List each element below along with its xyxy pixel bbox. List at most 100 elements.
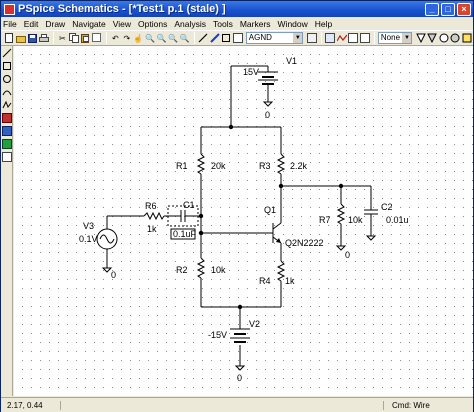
v1-source-symbol xyxy=(258,71,278,85)
r2-ref-label: R2 xyxy=(176,265,188,275)
menu-edit[interactable]: Edit xyxy=(24,19,39,29)
copy-to-clipboard-icon[interactable] xyxy=(91,33,103,44)
chevron-down-icon[interactable]: ▼ xyxy=(293,33,303,43)
q1-emitter-arrow xyxy=(276,238,281,243)
menu-file[interactable]: File xyxy=(3,19,17,29)
app-window: PSpice Schematics - [*Test1 p.1 (stale) … xyxy=(0,0,474,412)
setup-analysis-icon[interactable] xyxy=(325,33,336,44)
menu-navigate[interactable]: Navigate xyxy=(72,19,106,29)
window-title: PSpice Schematics - [*Test1 p.1 (stale) … xyxy=(18,3,226,15)
insert-picture-icon[interactable] xyxy=(2,126,12,136)
v3-source-symbol xyxy=(96,228,118,250)
current-marker-icon[interactable] xyxy=(439,33,450,44)
marker-selector-combo[interactable]: None ▼ xyxy=(377,32,413,44)
app-icon[interactable] xyxy=(4,3,15,15)
r6-ref-label: R6 xyxy=(145,201,157,211)
part-selector-combo[interactable]: AGND ▼ xyxy=(245,32,304,44)
open-folder-icon[interactable] xyxy=(15,33,27,44)
menu-help[interactable]: Help xyxy=(315,19,332,29)
draw-wire-icon[interactable] xyxy=(198,33,209,44)
minimize-button[interactable]: _ xyxy=(425,2,439,16)
cut-icon[interactable]: ✂ xyxy=(57,33,68,44)
attribute-icon[interactable] xyxy=(2,152,12,162)
zoom-in-icon[interactable]: 🔍 xyxy=(145,33,156,44)
draw-arc-icon[interactable] xyxy=(2,87,12,97)
menu-markers[interactable]: Markers xyxy=(240,19,271,29)
zoom-fit-icon[interactable]: 🔍 xyxy=(179,33,190,44)
save-icon[interactable] xyxy=(27,33,38,44)
text-box-icon[interactable] xyxy=(2,139,12,149)
v3-value-label: 0.1V xyxy=(79,234,98,244)
zoom-out-icon[interactable]: 🔍 xyxy=(156,33,167,44)
undo-icon[interactable]: ↶ xyxy=(110,33,121,44)
redo-icon[interactable]: ↷ xyxy=(122,33,133,44)
cursor-coords: 2.17, 0.44 xyxy=(1,400,61,410)
paste-icon[interactable] xyxy=(80,33,91,44)
draw-line-icon[interactable] xyxy=(2,48,12,58)
c2-ref-label: C2 xyxy=(381,202,393,212)
bias-icon[interactable] xyxy=(359,33,370,44)
r4-ref-label: R4 xyxy=(259,276,271,286)
draw-rectangle-icon[interactable] xyxy=(2,61,12,71)
menu-analysis[interactable]: Analysis xyxy=(174,19,206,29)
ground-label-r7: 0 xyxy=(345,250,350,260)
draw-polyline-icon[interactable] xyxy=(2,100,12,110)
r4-value-label: 1k xyxy=(285,276,295,286)
db-marker-icon[interactable] xyxy=(450,33,461,44)
v2-source-symbol xyxy=(230,328,250,343)
draw-toolbar xyxy=(1,46,13,396)
draw-text-icon[interactable] xyxy=(2,113,12,123)
maximize-button[interactable]: □ xyxy=(441,2,455,16)
schematic-canvas[interactable]: V1 15V 0 R1 20k R3 2.2k R6 1k C1 0.1uF V… xyxy=(14,46,473,396)
v3-ref-label: V3 xyxy=(83,221,94,231)
ground-label-v3: 0 xyxy=(111,270,116,280)
probe-icon[interactable] xyxy=(348,33,359,44)
r1-value-label: 20k xyxy=(211,161,226,171)
r1-ref-label: R1 xyxy=(176,161,188,171)
simulate-icon[interactable] xyxy=(336,33,347,44)
copy-icon[interactable] xyxy=(68,33,80,44)
hand-pointer-icon[interactable]: ☝ xyxy=(133,33,144,44)
new-file-icon[interactable] xyxy=(4,33,15,44)
ground-label-v2: 0 xyxy=(237,373,242,383)
r3-ref-label: R3 xyxy=(259,161,271,171)
r3-value-label: 2.2k xyxy=(290,161,308,171)
close-button[interactable]: × xyxy=(457,2,471,16)
volt-diff-marker-icon[interactable] xyxy=(427,33,438,44)
menu-tools[interactable]: Tools xyxy=(213,19,233,29)
q1-model-label: Q2N2222 xyxy=(285,238,324,248)
chevron-down-icon[interactable]: ▼ xyxy=(402,33,412,43)
draw-bus-icon[interactable] xyxy=(209,33,220,44)
r2-value-label: 10k xyxy=(211,265,226,275)
get-part-icon[interactable] xyxy=(232,33,243,44)
zoom-area-icon[interactable]: 🔍 xyxy=(168,33,179,44)
draw-circle-icon[interactable] xyxy=(2,74,12,84)
r6-value-label: 1k xyxy=(147,224,157,234)
status-bar: 2.17, 0.44 Cmd: Wire xyxy=(1,397,473,412)
ground-symbols xyxy=(101,101,377,371)
ground-label-v1: 0 xyxy=(265,110,270,120)
print-icon[interactable] xyxy=(38,33,50,44)
power-marker-icon[interactable] xyxy=(462,33,473,44)
q1-ref-label: Q1 xyxy=(264,205,276,215)
v1-value-label: 15V xyxy=(243,67,259,77)
main-toolbar: ✂ ↶ ↷ ☝ 🔍 🔍 🔍 🔍 AGND ▼ None ▼ xyxy=(1,30,473,46)
menu-draw[interactable]: Draw xyxy=(45,19,65,29)
menu-options[interactable]: Options xyxy=(138,19,167,29)
r7-value-label: 10k xyxy=(348,215,363,225)
c1-ref-label: C1 xyxy=(183,200,195,210)
v1-ref-label: V1 xyxy=(286,56,297,66)
draw-block-icon[interactable] xyxy=(221,33,232,44)
schematic-drawing: V1 15V 0 R1 20k R3 2.2k R6 1k C1 0.1uF V… xyxy=(79,56,409,383)
v2-ref-label: V2 xyxy=(249,319,260,329)
c2-value-label: 0.01u xyxy=(386,215,409,225)
part-browser-icon[interactable] xyxy=(306,33,317,44)
title-bar[interactable]: PSpice Schematics - [*Test1 p.1 (stale) … xyxy=(1,1,473,17)
c1-value-label: 0.1uF xyxy=(173,229,197,239)
menu-view[interactable]: View xyxy=(113,19,131,29)
part-selector-value: AGND xyxy=(248,33,272,42)
marker-selector-value: None xyxy=(380,33,401,42)
voltage-marker-icon[interactable] xyxy=(415,33,426,44)
v2-value-label: -15V xyxy=(208,330,227,340)
menu-window[interactable]: Window xyxy=(278,19,308,29)
